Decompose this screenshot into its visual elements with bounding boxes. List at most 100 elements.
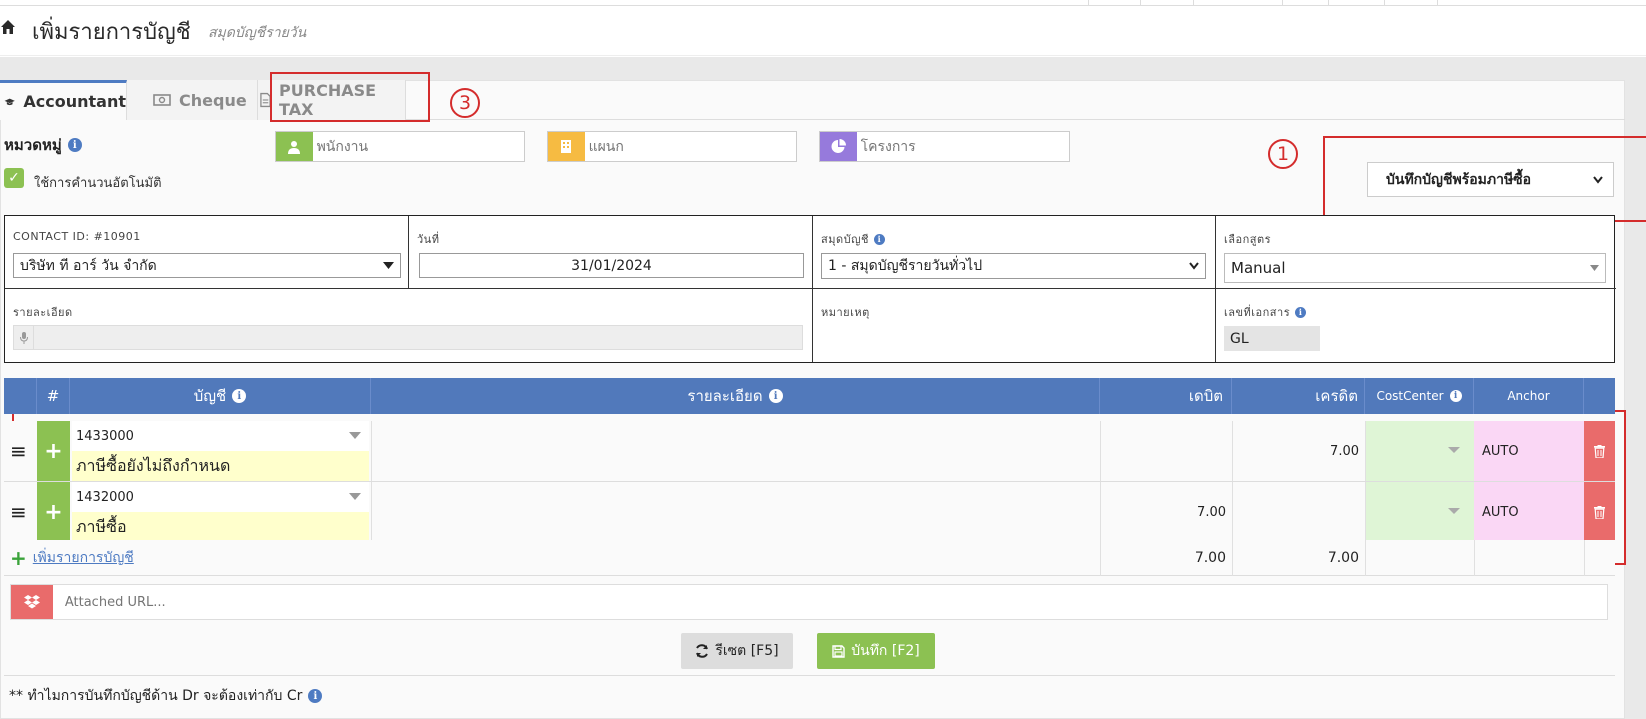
chevron-down-icon [1189, 262, 1199, 270]
debit-cell[interactable] [1100, 421, 1232, 481]
save-mode-value: บันทึกบัญชีพร้อมภาษีซื้อ [1386, 171, 1532, 188]
date-cell: วันที่ 31/01/2024 [409, 216, 813, 289]
attached-url-input[interactable] [52, 585, 1607, 619]
add-line-button[interactable]: + [37, 482, 70, 542]
total-debit: 7.00 [1100, 540, 1232, 576]
refresh-icon [696, 644, 709, 658]
divider [4, 675, 1615, 676]
cost-center-header-label: CostCenter [1376, 389, 1444, 403]
contact-cell: CONTACT ID: #10901 บริษัท ที อาร์ วัน จำ… [5, 216, 409, 289]
table-row: ≡ + 1432000 ภาษีซื้อ 7.00 AUTO [4, 482, 1615, 543]
cost-center-select[interactable] [1365, 482, 1474, 542]
save-button[interactable]: บันทึก [F2] [817, 633, 935, 669]
note-cell[interactable]: หมายเหตุ [813, 289, 1216, 362]
save-mode-select[interactable]: บันทึกบัญชีพร้อมภาษีซื้อ [1367, 162, 1614, 197]
auto-calc-label: ใช้การคำนวนอัตโนมัติ [34, 176, 162, 191]
account-code-select[interactable]: 1432000 [72, 482, 369, 512]
note-label: หมายเหตุ [821, 303, 870, 321]
info-icon[interactable]: i [768, 389, 783, 403]
delete-row-button[interactable] [1584, 421, 1615, 481]
annotation-number-3: 3 [450, 88, 480, 118]
tab-label: Accountant [23, 92, 126, 111]
journal-select[interactable]: 1 - สมุดบัญชีรายวันทั่วไป [821, 253, 1206, 279]
description-cell[interactable] [371, 482, 1100, 542]
drag-handle-icon[interactable]: ≡ [10, 439, 27, 463]
contact-select[interactable]: บริษัท ที อาร์ วัน จำกัด [13, 253, 401, 278]
anchor-header: Anchor [1474, 378, 1584, 414]
attached-url-field[interactable] [10, 584, 1608, 620]
delete-row-button[interactable] [1584, 482, 1615, 542]
caret-down-icon [1448, 447, 1460, 453]
cost-center-select[interactable] [1365, 421, 1474, 481]
project-input[interactable] [856, 132, 1069, 161]
journal-value: 1 - สมุดบัญชีรายวันทั่วไป [828, 258, 983, 274]
add-line-button[interactable]: + [37, 421, 70, 481]
floppy-disk-icon [832, 644, 845, 658]
info-icon[interactable]: i [1295, 306, 1307, 318]
info-icon[interactable]: i [308, 689, 323, 703]
total-spacer [1474, 540, 1584, 576]
description-header-label: รายละเอียด [687, 387, 763, 405]
totals-row: + เพิ่มรายการบัญชี 7.00 7.00 [4, 540, 1615, 576]
page-subtitle: สมุดบัญชีรายวัน [208, 25, 307, 41]
pie-chart-icon [820, 132, 857, 161]
info-icon[interactable]: i [67, 138, 82, 152]
formula-select[interactable]: Manual [1224, 253, 1606, 283]
formula-cell: เลือกสูตร Manual [1216, 216, 1616, 289]
employee-field[interactable] [275, 131, 525, 162]
debit-cell[interactable]: 7.00 [1100, 482, 1232, 542]
department-field[interactable] [547, 131, 797, 162]
credit-cell[interactable]: 7.00 [1232, 421, 1365, 481]
reset-button[interactable]: รีเซต [F5] [681, 633, 793, 669]
account-code-select[interactable]: 1433000 [72, 421, 369, 451]
caret-down-icon [1590, 265, 1599, 271]
journal-form: CONTACT ID: #10901 บริษัท ที อาร์ วัน จำ… [4, 215, 1616, 363]
docno-input[interactable]: GL [1224, 326, 1320, 351]
credit-header: เครดิต [1232, 378, 1365, 414]
journal-cell: สมุดบัญชี i 1 - สมุดบัญชีรายวันทั่วไป [813, 216, 1216, 289]
info-icon[interactable]: i [232, 389, 247, 403]
anchor-cell[interactable]: AUTO [1474, 482, 1584, 542]
total-credit: 7.00 [1232, 540, 1365, 576]
detail-input[interactable] [13, 325, 803, 350]
account-header: บัญชี i [70, 378, 371, 414]
graduation-cap-icon [4, 98, 15, 105]
info-icon[interactable]: i [873, 233, 885, 245]
dropbox-icon[interactable] [11, 585, 53, 619]
department-input[interactable] [584, 132, 796, 161]
description-header: รายละเอียด i [371, 378, 1100, 414]
index-header: # [37, 378, 70, 414]
docno-label: เลขที่เอกสาร i [1224, 303, 1307, 321]
journal-table-header: # บัญชี i รายละเอียด i เดบิต เครดิต Cost… [4, 378, 1615, 414]
date-input[interactable]: 31/01/2024 [419, 253, 804, 278]
contact-label-text: CONTACT ID: #10901 [13, 230, 141, 243]
balance-help-note: ** ทำไมการบันทึกบัญชีด้าน Dr จะต้องเท่าก… [9, 685, 323, 707]
project-field[interactable] [819, 131, 1070, 162]
trash-icon [1594, 505, 1605, 519]
contact-value: บริษัท ที อาร์ วัน จำกัด [20, 257, 157, 274]
debit-header: เดบิต [1100, 378, 1232, 414]
employee-input[interactable] [312, 132, 524, 161]
auto-calc-checkbox[interactable]: ✓ [4, 168, 24, 188]
drag-handle-icon[interactable]: ≡ [10, 500, 27, 524]
info-icon[interactable]: i [1449, 390, 1462, 402]
docno-cell: เลขที่เอกสาร i GL [1216, 289, 1616, 362]
caret-down-icon [349, 493, 361, 500]
formula-label: เลือกสูตร [1224, 230, 1271, 248]
account-code: 1432000 [76, 489, 134, 505]
tab-accountant[interactable]: Accountant [0, 80, 127, 120]
chevron-down-icon [1593, 175, 1603, 184]
home-icon[interactable] [0, 19, 16, 35]
total-spacer [1584, 540, 1615, 576]
journal-label-text: สมุดบัญชี [821, 233, 869, 246]
microphone-icon[interactable] [14, 326, 34, 349]
tab-cheque[interactable]: Cheque [127, 80, 258, 120]
add-entry-link[interactable]: + เพิ่มรายการบัญชี [10, 547, 134, 569]
annotation-number-1: 1 [1268, 139, 1298, 169]
description-cell[interactable] [371, 421, 1100, 481]
detail-label: รายละเอียด [13, 303, 73, 321]
tab-label: Cheque [179, 90, 247, 110]
credit-cell[interactable] [1232, 482, 1365, 542]
plus-icon: + [10, 546, 27, 570]
anchor-cell[interactable]: AUTO [1474, 421, 1584, 481]
